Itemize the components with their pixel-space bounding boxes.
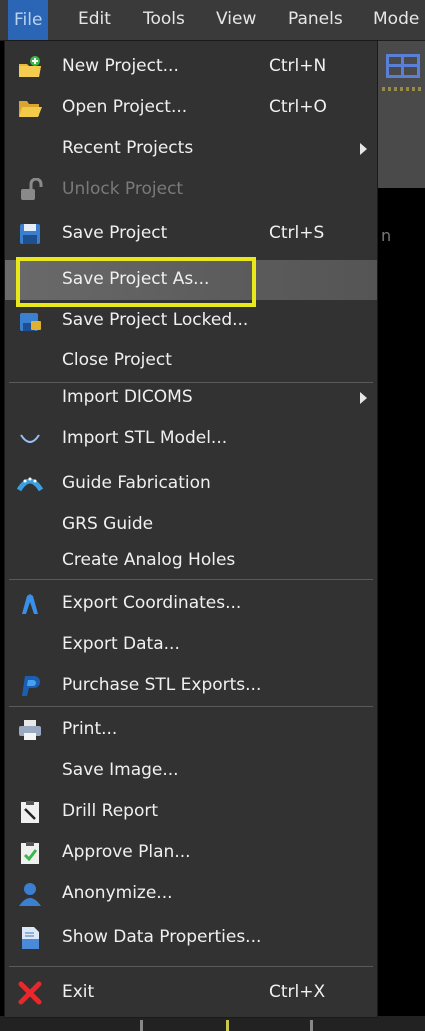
menu-bar: File Edit Tools View Panels Mode: [0, 0, 425, 41]
document-properties-icon: [22, 927, 39, 949]
open-folder-icon: [19, 101, 42, 117]
menu-item-label: Create Analog Holes: [62, 550, 236, 570]
export-coordinates-icon: [22, 594, 38, 614]
menu-item-save-project-locked[interactable]: Save Project Locked...: [5, 301, 377, 341]
file-dropdown-menu: New Project... Ctrl+N Open Project... Ct…: [4, 40, 378, 1018]
menu-item-purchase-stl-exports[interactable]: Purchase STL Exports...: [5, 666, 377, 706]
application-window: n File Edit Tools View Panels Mode New P…: [0, 0, 425, 1031]
menu-item-guide-fabrication[interactable]: Guide Fabrication: [5, 464, 377, 504]
menu-item-unlock-project[interactable]: Unlock Project: [5, 170, 377, 210]
floppy-disk-icon: [20, 224, 40, 244]
bottom-marker: [140, 1020, 143, 1031]
user-silhouette-icon: [19, 883, 41, 906]
menu-item-anonymize[interactable]: Anonymize...: [5, 874, 377, 914]
bottom-marker: [310, 1020, 313, 1031]
annotation-highlight-box: [16, 257, 256, 307]
new-project-icon: [19, 56, 41, 77]
menu-item-label: Drill Report: [62, 801, 159, 821]
drill-report-icon: [21, 801, 39, 823]
menu-item-export-data[interactable]: Export Data...: [5, 625, 377, 665]
menu-item-new-project[interactable]: New Project... Ctrl+N: [5, 47, 377, 87]
menu-separator: [9, 966, 373, 967]
menu-item-label: Print...: [62, 719, 118, 739]
menu-item-exit[interactable]: Exit Ctrl+X: [5, 973, 377, 1013]
toolbar-area: [378, 40, 425, 188]
menu-item-label: Guide Fabrication: [62, 473, 211, 493]
menu-item-label: Anonymize...: [62, 883, 173, 903]
menu-item-show-data-properties[interactable]: Show Data Properties...: [5, 918, 377, 958]
unlock-icon: [21, 178, 43, 200]
menu-item-import-stl-model[interactable]: Import STL Model...: [5, 419, 377, 459]
menu-item-open-project[interactable]: Open Project... Ctrl+O: [5, 88, 377, 128]
menu-item-shortcut: Ctrl+N: [269, 56, 327, 76]
menu-item-export-coordinates[interactable]: Export Coordinates...: [5, 584, 377, 624]
menu-item-grs-guide[interactable]: GRS Guide: [5, 505, 377, 545]
exit-x-icon: [18, 981, 42, 1005]
menu-item-label: Exit: [62, 982, 95, 1002]
menu-item-shortcut: Ctrl+X: [269, 982, 326, 1002]
menu-item-label: Open Project...: [62, 97, 188, 117]
menu-edit[interactable]: Edit: [78, 9, 111, 29]
menu-item-recent-projects[interactable]: Recent Projects: [5, 129, 377, 169]
menu-view[interactable]: View: [216, 9, 256, 29]
bottom-strip: [0, 1016, 425, 1031]
menu-item-print[interactable]: Print...: [5, 710, 377, 750]
submenu-arrow-icon: [360, 392, 367, 404]
menu-item-label: Approve Plan...: [62, 842, 191, 862]
approve-plan-icon: [21, 842, 39, 864]
submenu-arrow-icon: [360, 143, 367, 155]
menu-item-label: Save Project: [62, 223, 168, 243]
menu-item-save-image[interactable]: Save Image...: [5, 751, 377, 791]
menu-item-label: Unlock Project: [62, 179, 184, 199]
menu-separator: [9, 579, 373, 580]
stl-model-icon: [19, 433, 41, 443]
menu-item-create-analog-holes[interactable]: Create Analog Holes: [5, 541, 377, 581]
menu-item-label: Import DICOMS: [62, 387, 193, 407]
dotted-ruler: [382, 87, 422, 91]
menu-item-label: Export Coordinates...: [62, 593, 242, 613]
menu-item-label: Save Project Locked...: [62, 310, 249, 330]
menu-item-label: Recent Projects: [62, 138, 194, 158]
menu-item-close-project[interactable]: Close Project: [5, 341, 377, 381]
menu-separator: [9, 706, 373, 707]
menu-mode[interactable]: Mode: [373, 9, 419, 29]
menu-item-shortcut: Ctrl+O: [269, 97, 327, 117]
menu-item-label: Close Project: [62, 350, 172, 370]
menu-item-label: Purchase STL Exports...: [62, 675, 262, 695]
background-text-fragment: n: [381, 226, 392, 245]
menu-item-approve-plan[interactable]: Approve Plan...: [5, 833, 377, 873]
menu-item-label: Show Data Properties...: [62, 927, 262, 947]
menu-item-label: New Project...: [62, 56, 179, 76]
menu-item-label: GRS Guide: [62, 514, 154, 534]
menu-item-drill-report[interactable]: Drill Report: [5, 792, 377, 832]
menu-file[interactable]: File: [8, 0, 49, 40]
paypal-icon: [22, 676, 40, 696]
menu-item-save-project[interactable]: Save Project Ctrl+S: [5, 214, 377, 254]
menu-panels[interactable]: Panels: [288, 9, 343, 29]
menu-tools[interactable]: Tools: [143, 9, 185, 29]
grid-layout-icon[interactable]: [386, 54, 420, 78]
menu-item-label: Export Data...: [62, 634, 180, 654]
bottom-marker: [226, 1020, 229, 1031]
menu-item-import-dicoms[interactable]: Import DICOMS: [5, 378, 377, 418]
menu-item-label: Save Image...: [62, 760, 179, 780]
menu-item-shortcut: Ctrl+S: [269, 223, 325, 243]
printer-icon: [19, 720, 41, 740]
save-locked-icon: [20, 313, 41, 331]
menu-item-label: Import STL Model...: [62, 428, 228, 448]
guide-fabrication-icon: [17, 477, 43, 492]
